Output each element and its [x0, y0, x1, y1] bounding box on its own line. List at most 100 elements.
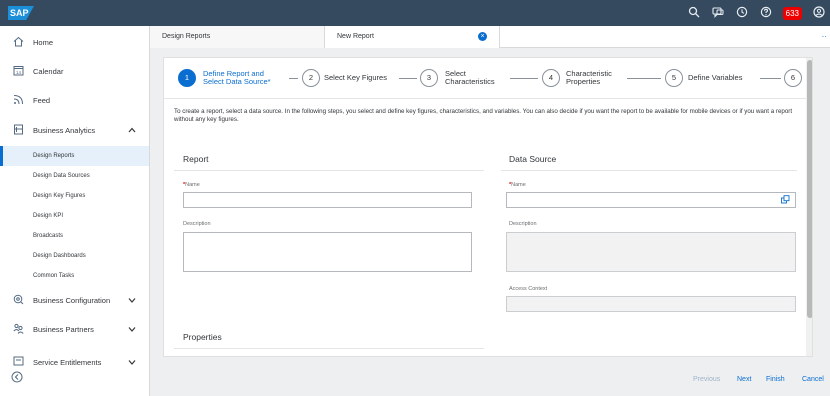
user-icon[interactable]	[812, 6, 826, 20]
svg-text:14: 14	[16, 70, 22, 75]
step-3-indicator[interactable]: 3	[420, 69, 438, 87]
report-section-title: Report	[183, 154, 209, 164]
overflow-icon[interactable]: ··	[822, 32, 827, 41]
calendar-icon: 14	[12, 65, 24, 77]
sidebar-item-label: Business Configuration	[33, 295, 111, 305]
sidebar-subitem-design-reports[interactable]: Design Reports	[0, 146, 149, 166]
sidebar-subitem-broadcasts[interactable]: Broadcasts	[0, 226, 149, 246]
previous-button[interactable]: Previous	[693, 376, 720, 383]
scrollbar-thumb[interactable]	[807, 60, 812, 318]
sidebar-item-label: Business Analytics	[33, 125, 96, 135]
sidebar-item-label: Business Partners	[33, 324, 94, 334]
notification-badge[interactable]: 633	[782, 6, 802, 20]
sidebar: Home 14 Calendar Feed Business Analytics…	[0, 26, 150, 366]
step-connector	[627, 78, 661, 79]
sidebar-subitem-label: Design Key Figures	[33, 193, 86, 199]
sidebar-footer	[0, 366, 150, 396]
sidebar-item-home[interactable]: Home	[0, 28, 149, 56]
step-2-indicator[interactable]: 2	[302, 69, 320, 87]
step-5-indicator[interactable]: 5	[665, 69, 683, 87]
sidebar-subitem-design-data-sources[interactable]: Design Data Sources	[0, 166, 149, 186]
feed-icon	[12, 94, 24, 106]
chevron-up-icon[interactable]	[128, 126, 136, 135]
analytics-icon	[12, 124, 24, 136]
cancel-button[interactable]: Cancel	[802, 376, 824, 383]
step-4-indicator[interactable]: 4	[542, 69, 560, 87]
divider	[501, 170, 797, 171]
divider	[174, 170, 484, 171]
value-help-icon[interactable]	[781, 195, 790, 206]
data-source-section-title: Data Source	[509, 154, 557, 164]
step-1-indicator[interactable]: 1	[178, 69, 196, 87]
footer-toolbar: Previous Next Finish Cancel	[150, 366, 830, 396]
sidebar-item-service-entitlements[interactable]: Service Entitlements	[0, 348, 149, 367]
sidebar-subitem-label: Design KPI	[33, 213, 64, 219]
configuration-icon	[12, 294, 24, 306]
step-connector	[760, 78, 781, 79]
step-connector	[510, 78, 538, 79]
step-3-label[interactable]: Select Characteristics	[445, 70, 495, 86]
step-1-label[interactable]: Define Report and Select Data Source*	[203, 70, 271, 86]
partners-icon	[12, 323, 24, 335]
sidebar-subitem-design-dashboards[interactable]: Design Dashboards	[0, 246, 149, 266]
sidebar-item-business-configuration[interactable]: Business Configuration	[0, 286, 149, 314]
sidebar-subitem-common-tasks[interactable]: Common Tasks	[0, 266, 149, 286]
sidebar-subitem-label: Design Reports	[33, 153, 75, 159]
step-3-label-line2: Characteristics	[445, 77, 495, 86]
next-button[interactable]: Next	[737, 376, 751, 383]
report-name-label-text: Name	[185, 182, 200, 188]
step-4-label-line2: Properties	[566, 77, 601, 86]
step-2-label[interactable]: Select Key Figures	[324, 74, 387, 82]
properties-section-title: Properties	[183, 332, 222, 342]
sidebar-item-label: Service Entitlements	[33, 357, 102, 367]
report-description-input[interactable]	[183, 232, 472, 272]
sidebar-item-label: Calendar	[33, 66, 64, 76]
clock-icon[interactable]	[735, 6, 749, 20]
finish-button[interactable]: Finish	[766, 376, 785, 383]
sidebar-item-business-analytics[interactable]: Business Analytics	[0, 116, 149, 144]
data-source-name-input[interactable]	[506, 192, 796, 208]
step-1-label-line2: Select Data Source*	[203, 77, 271, 86]
sidebar-item-calendar[interactable]: 14 Calendar	[0, 57, 149, 85]
search-icon[interactable]	[687, 6, 701, 20]
step-connector	[399, 78, 417, 79]
close-icon[interactable]: ×	[478, 32, 487, 41]
divider	[174, 348, 484, 349]
report-name-label: *Name	[183, 182, 200, 188]
report-description-label: Description	[183, 221, 211, 227]
tab-label: New Report	[337, 33, 374, 40]
step-6-indicator[interactable]: 6	[784, 69, 802, 87]
data-source-name-label: *Name	[509, 182, 526, 188]
wizard-intro-text: To create a report, select a data source…	[174, 108, 793, 123]
tab-label: Design Reports	[162, 33, 211, 40]
step-connector	[289, 78, 298, 79]
report-name-input[interactable]	[183, 192, 472, 208]
sidebar-subitem-label: Design Data Sources	[33, 173, 90, 179]
chevron-down-icon[interactable]	[128, 296, 136, 305]
step-4-label[interactable]: Characteristic Properties	[566, 70, 612, 86]
tab-design-reports[interactable]: Design Reports	[150, 26, 325, 48]
chevron-down-icon[interactable]	[128, 325, 136, 334]
sidebar-subitem-label: Common Tasks	[33, 273, 75, 279]
shell-actions: 633	[687, 0, 826, 26]
sidebar-subitem-design-key-figures[interactable]: Design Key Figures	[0, 186, 149, 206]
tab-new-report[interactable]: New Report ×	[325, 26, 500, 48]
collapse-sidebar-icon[interactable]	[11, 371, 23, 386]
chevron-down-icon[interactable]	[128, 358, 136, 367]
data-source-name-label-text: Name	[511, 182, 526, 188]
sidebar-subitem-label: Design Dashboards	[33, 253, 86, 259]
sidebar-item-feed[interactable]: Feed	[0, 86, 149, 114]
tab-bar: Design Reports New Report × ··	[150, 26, 830, 48]
sap-logo[interactable]: SAP	[8, 6, 34, 20]
scrollbar[interactable]	[806, 58, 812, 356]
wizard-panel: 1 Define Report and Select Data Source* …	[163, 57, 813, 357]
help-icon[interactable]	[759, 6, 773, 20]
home-icon	[12, 36, 24, 48]
step-5-label[interactable]: Define Variables	[688, 74, 742, 82]
sidebar-subitem-design-kpi[interactable]: Design KPI	[0, 206, 149, 226]
sidebar-item-business-partners[interactable]: Business Partners	[0, 315, 149, 343]
wizard-steps: 1 Define Report and Select Data Source* …	[164, 58, 812, 98]
sidebar-item-label: Home	[33, 37, 54, 47]
help-chat-icon[interactable]	[711, 6, 725, 20]
data-source-description-field	[506, 232, 796, 272]
